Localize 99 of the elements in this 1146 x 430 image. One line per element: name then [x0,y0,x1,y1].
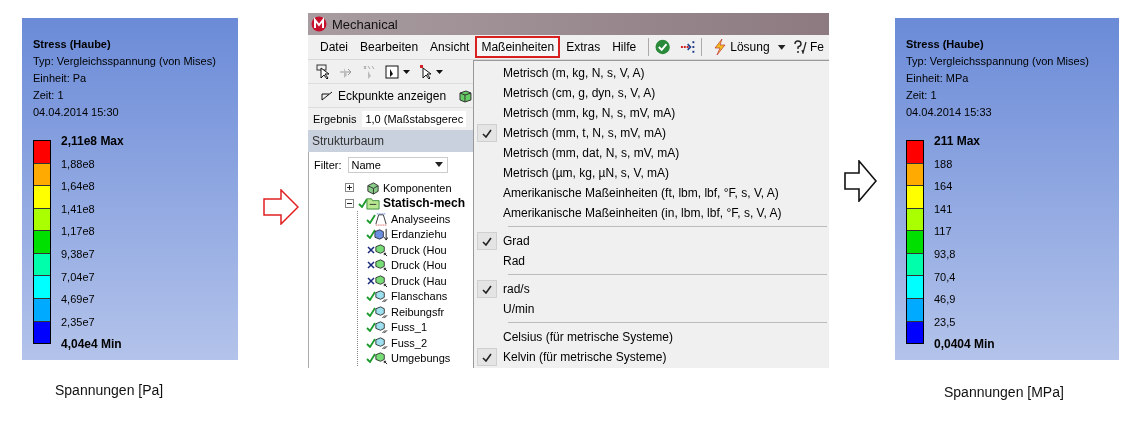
menu-item[interactable]: Ansicht [424,36,476,58]
outline-arrow-icon [263,189,299,225]
app-logo-icon [311,16,327,32]
cube-icon [374,242,388,257]
result-scale-field[interactable]: 1,0 (Maßstabsgerec [362,111,467,127]
select-cursor-icon[interactable] [316,63,332,80]
pointer-mode-icon[interactable] [418,63,444,80]
scale-value: 93,8 [934,246,957,262]
select-mode-icon[interactable] [385,63,411,80]
cube-icon [374,273,388,288]
tree-item[interactable]: Reibungsfr [391,305,445,318]
cube-icon[interactable] [457,87,473,104]
scale-value: 2,11e8 Max [61,133,124,150]
expand-icon[interactable] [345,183,354,193]
menu-option[interactable]: Metrisch (mm, dat, N, s, mV, mA) [474,143,829,163]
figure-caption: Spannungen [MPa] [943,384,1065,400]
menu-item[interactable]: Bearbeiten [354,36,425,58]
cube-arrow-icon [374,227,388,242]
menu-option[interactable]: Metrisch (cm, g, dyn, s, V, A) [474,83,829,103]
legend-info-text: Einheit: Pa [33,71,88,86]
scale-value: 7,04e7 [61,269,96,285]
tree-item[interactable]: Druck (Hou [391,243,447,256]
scale-value: 70,4 [934,269,957,285]
scale-value: 1,41e8 [61,201,96,217]
lightning-icon [713,39,728,55]
cube-icon [366,180,380,195]
menu-option[interactable]: Metrisch (µm, kg, µN, s, V, mA) [474,163,829,183]
scale-value: 9,38e7 [61,246,96,262]
menu-item[interactable]: Datei [314,36,354,58]
menu-option[interactable]: Metrisch (mm, kg, N, s, mV, mA) [474,103,829,123]
menu-option[interactable]: Metrisch (mm, t, N, s, mV, mA) [474,123,829,143]
menu-option[interactable]: Metrisch (m, kg, N, s, V, A) [474,63,829,83]
caret-icon [433,161,444,168]
window-title: Mechanical [332,16,398,32]
vertex-icon [320,89,334,102]
tree-header: Strukturbaum [308,130,473,152]
cube-icon [374,258,388,273]
cube-icon [374,320,388,335]
menu-option[interactable]: U/min [474,299,829,319]
scale-value: 141 [934,201,954,217]
question-check-icon [793,40,807,54]
solve-button[interactable]: Lösung [708,36,775,58]
scale-value: 1,64e8 [61,179,96,195]
tree-item[interactable]: Flanschans [391,290,448,303]
scale-value: 4,69e7 [61,292,96,308]
menu-option[interactable]: Grad [474,231,829,251]
cube-icon [374,351,388,366]
tree-item[interactable]: Erdanziehu [391,228,447,241]
show-vertices-button[interactable]: Eckpunkte anzeigen [316,85,451,106]
scale-value: 0,0404 Min [934,336,995,354]
toolbar-button[interactable]: Fe [788,37,829,57]
legend-info-text: Zeit: 1 [906,88,938,103]
folder-icon [366,196,380,211]
legend-title: Stress (Haube) [33,37,112,52]
legend-info-text: 04.04.2014 15:33 [906,105,993,120]
scale-value: 23,5 [934,314,957,330]
legend-info-text: Typ: Vergleichsspannung (von Mises) [33,54,217,69]
scale-value: 46,9 [934,292,957,308]
tree-item[interactable]: Druck (Hou [391,259,447,272]
menu-option[interactable]: Amerikanische Maßeinheiten (in, lbm, lbf, °F, s, V, A) [474,203,829,223]
filter-label: Filter: [314,158,342,171]
menu-item[interactable]: Extras [560,36,607,58]
menu-item[interactable]: Hilfe [606,36,643,58]
cube-icon [374,304,388,319]
scale-value: 211 Max [934,133,982,150]
tree-item[interactable]: Fuss_2 [391,336,428,349]
scale-value: 117 [934,224,953,240]
legend-title: Stress (Haube) [906,37,985,52]
figure-caption: Spannungen [Pa] [54,382,165,398]
tree-item[interactable]: Statisch-mech [383,196,466,211]
scale-value: 1,17e8 [61,224,96,240]
tree-item[interactable]: Umgebungs [391,352,451,365]
scale-value: 2,35e7 [61,314,96,330]
legend-info-text: 04.04.2014 15:30 [33,105,120,120]
menu-option[interactable]: Kelvin (für metrische Systeme) [474,347,829,367]
tree-item[interactable]: Druck (Hau [391,274,447,287]
result-label: Ergebnis [313,113,357,125]
cube-icon [374,289,388,304]
legend-info-text: Typ: Vergleichsspannung (von Mises) [906,54,1090,69]
scale-value: 164 [934,179,954,195]
scale-value: 188 [934,156,954,172]
arrow-dots-icon[interactable] [680,40,696,54]
scale-value: 4,04e4 Min [61,336,123,354]
menu-option[interactable]: Amerikanische Maßeinheiten (ft, lbm, lbf, °F, s, V, A) [474,183,829,203]
tree-item[interactable]: Komponenten [383,181,452,194]
check-circle-icon[interactable] [655,39,671,55]
menu-option[interactable]: Celsius (für metrische Systeme) [474,327,829,347]
cube-icon [374,335,388,350]
menu-option[interactable]: rad/s [474,279,829,299]
tree-item[interactable]: Fuss_1 [391,321,428,334]
legend-info-text: Zeit: 1 [33,88,65,103]
scale-value: 1,88e8 [61,156,96,172]
outline-arrow-icon [844,160,877,202]
menu-option[interactable]: Rad [474,251,829,271]
legend-info-text: Einheit: MPa [906,71,970,86]
menu-item[interactable]: Maßeinheiten [475,36,561,58]
collapse-icon[interactable] [345,198,354,208]
filter-dropdown[interactable]: Name [347,156,448,173]
tree-item[interactable]: Analyseeins [391,212,451,225]
